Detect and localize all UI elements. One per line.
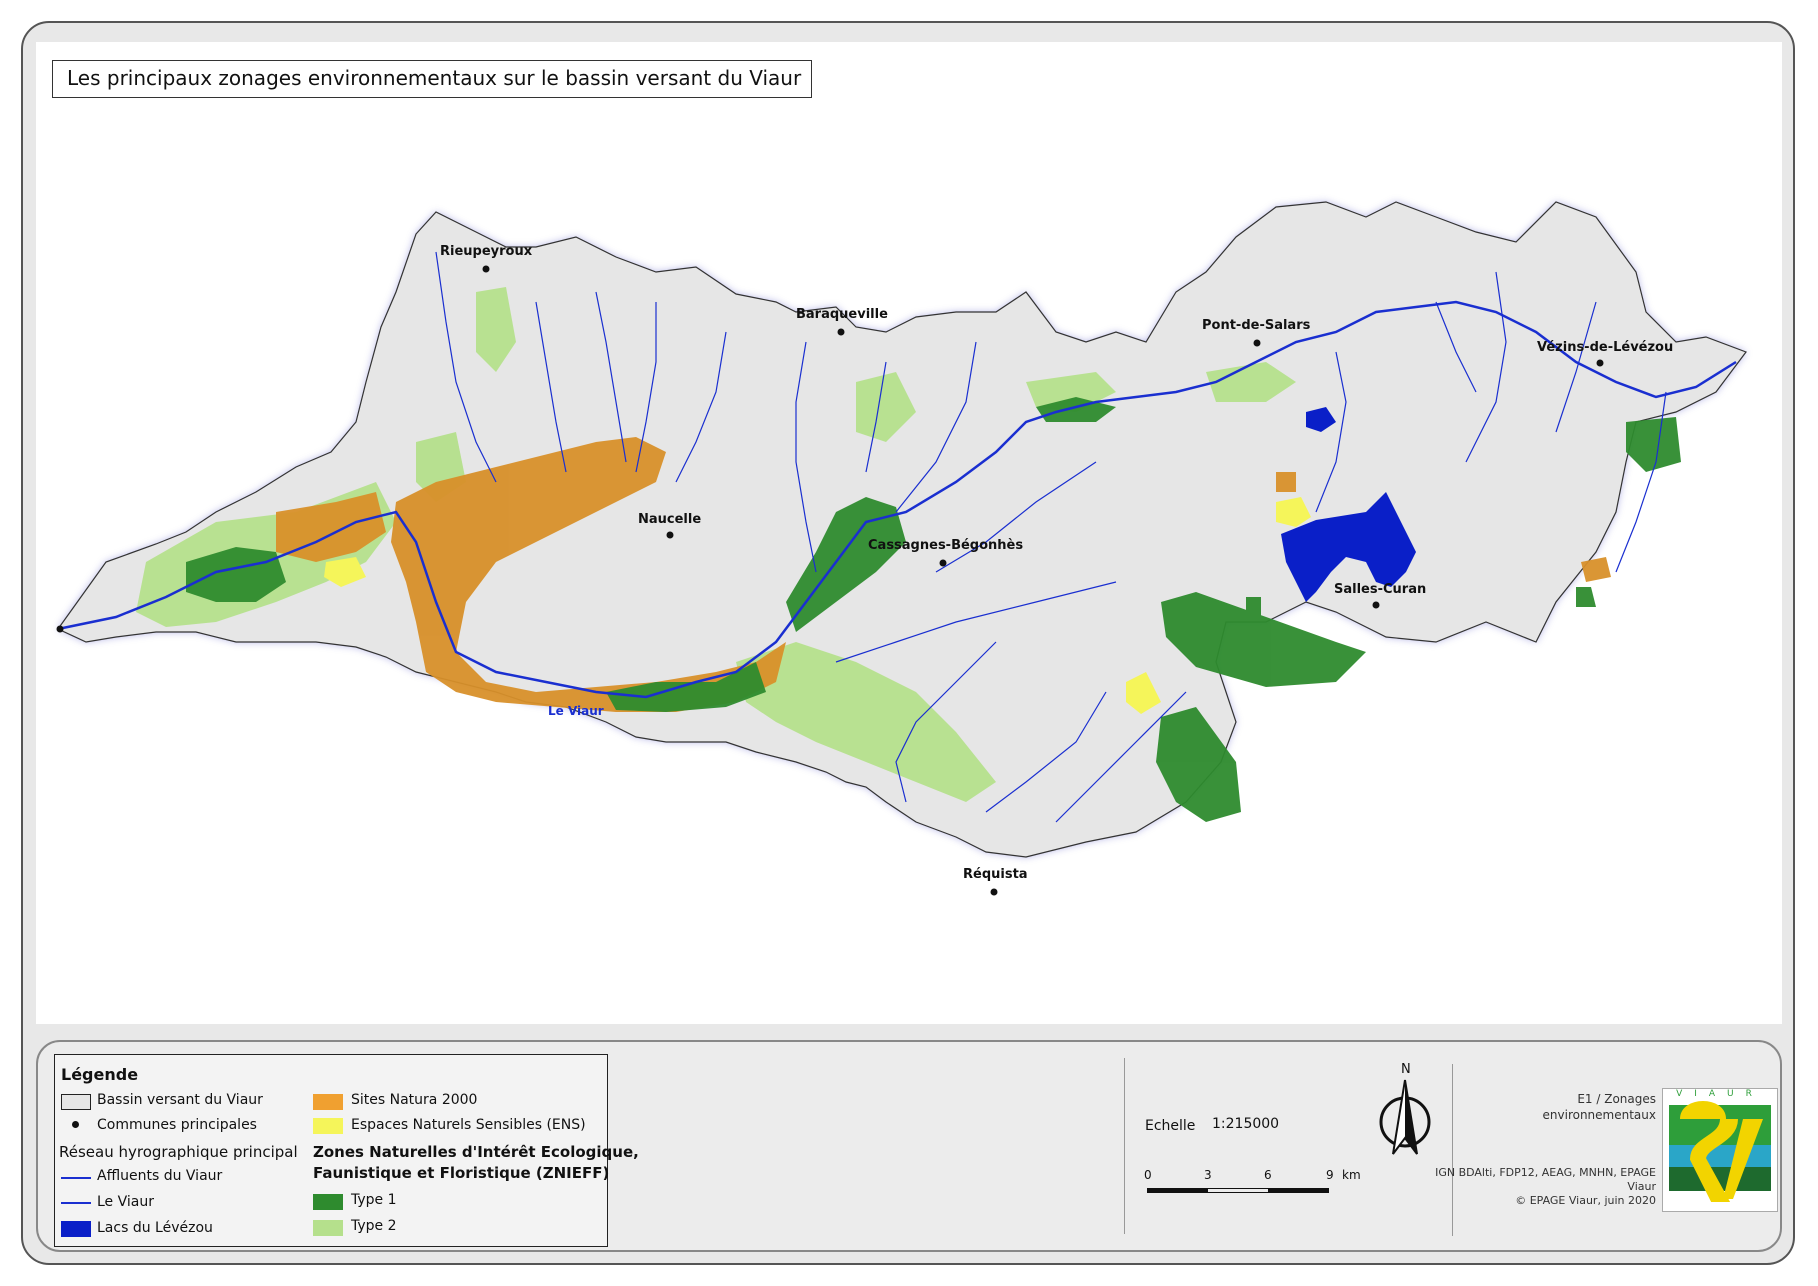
town-label-pont-de-salars: Pont-de-Salars [1202, 318, 1311, 333]
meta-sources-1: IGN BDAlti, FDP12, AEAG, MNHN, EPAGE [1435, 1166, 1656, 1179]
legend-title: Légende [61, 1065, 139, 1084]
legend-box: Légende Bassin versant du Viaur Communes… [54, 1054, 639, 1247]
commune-point [939, 559, 947, 567]
viaur-logo: VIAUR [1662, 1088, 1778, 1212]
scale-value: 1:215000 [1212, 1116, 1280, 1132]
commune-point [1596, 359, 1604, 367]
legend-label-bassin: Bassin versant du Viaur [97, 1092, 263, 1108]
legend-label-type1: Type 1 [351, 1192, 397, 1208]
north-arrow-icon [1379, 1079, 1431, 1155]
legend-heading-znieff-2: Faunistique et Floristique (ZNIEFF) [313, 1164, 610, 1182]
town-label-salles-curan: Salles-Curan [1334, 582, 1426, 597]
legend-swatch-lacs [61, 1221, 91, 1237]
map-canvas: Rieupeyroux Baraqueville Naucelle Cassag… [56, 201, 1747, 896]
commune-point [837, 328, 845, 336]
town-label-naucelle: Naucelle [638, 512, 701, 527]
scale-tick-6: 6 [1264, 1168, 1272, 1182]
logo-text: VIAUR [1676, 1089, 1764, 1099]
town-label-cassagnes: Cassagnes-Bégonhès [868, 538, 1023, 553]
legend-heading-reseau: Réseau hyrographique principal [59, 1143, 298, 1161]
map-area: Rieupeyroux Baraqueville Naucelle Cassag… [36, 42, 1782, 1024]
legend-label-communes: Communes principales [97, 1117, 257, 1133]
town-label-baraqueville: Baraqueville [796, 307, 888, 322]
scale-tick-3: 3 [1204, 1168, 1212, 1182]
commune-point [666, 531, 674, 539]
map-title: Les principaux zonages environnementaux … [52, 60, 812, 98]
scale-label: Echelle [1145, 1118, 1196, 1134]
town-label-requista: Réquista [963, 867, 1028, 882]
scale-tick-0: 0 [1144, 1168, 1152, 1182]
river-label: Le Viaur [548, 704, 604, 718]
legend-swatch-type2 [313, 1220, 343, 1236]
legend-heading-znieff-1: Zones Naturelles d'Intérêt Ecologique, [313, 1143, 639, 1161]
meta-map-name: environnementaux [1542, 1108, 1656, 1122]
meta-map-id: E1 / Zonages [1577, 1092, 1656, 1106]
legend-label-lacs: Lacs du Lévézou [97, 1220, 213, 1236]
town-label-vezins: Vézins-de-Lévézou [1537, 340, 1673, 355]
legend-label-affluents: Affluents du Viaur [97, 1168, 223, 1184]
legend-swatch-type1 [313, 1194, 343, 1210]
legend-label-viaur: Le Viaur [97, 1194, 154, 1210]
legend-swatch-natura [313, 1094, 343, 1110]
legend-swatch-affluents [61, 1177, 91, 1179]
meta-copyright: © EPAGE Viaur, juin 2020 [1515, 1194, 1656, 1207]
legend-swatch-ens [313, 1118, 343, 1134]
legend-swatch-viaur [61, 1202, 91, 1204]
separator-right [1452, 1064, 1453, 1236]
meta-sources-2: Viaur [1627, 1180, 1656, 1193]
legend-label-type2: Type 2 [351, 1218, 397, 1234]
commune-point [56, 625, 64, 633]
separator-left [1124, 1058, 1125, 1234]
north-arrow: N [1375, 1062, 1435, 1158]
legend-label-natura: Sites Natura 2000 [351, 1092, 478, 1108]
scale-tick-9: 9 [1326, 1168, 1334, 1182]
commune-point [1253, 339, 1261, 347]
viaur-logo-icon [1669, 1101, 1771, 1202]
commune-point [482, 265, 490, 273]
legend-swatch-communes [72, 1121, 79, 1128]
town-label-rieupeyroux: Rieupeyroux [440, 244, 533, 259]
scale-bar [1147, 1188, 1329, 1193]
legend-swatch-bassin [61, 1094, 91, 1110]
legend-label-ens: Espaces Naturels Sensibles (ENS) [351, 1117, 586, 1133]
scale-unit: km [1342, 1168, 1361, 1182]
commune-point [1372, 601, 1380, 609]
commune-point [990, 888, 998, 896]
